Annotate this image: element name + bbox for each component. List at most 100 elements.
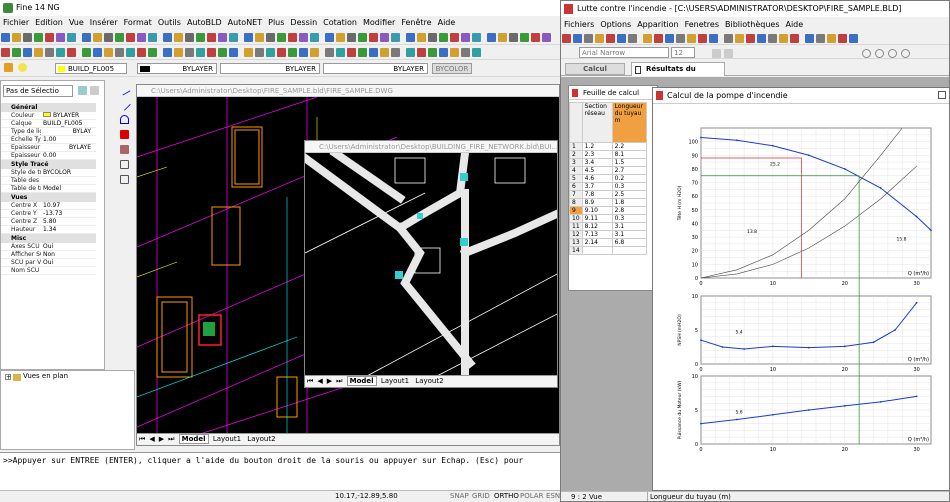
size-dropdown[interactable]: 12 [671, 47, 695, 58]
table-row[interactable]: 7 7.8 2.5 [569, 190, 647, 199]
grid-cell[interactable]: 2.5 [611, 190, 647, 199]
zoom-out-icon[interactable] [875, 49, 884, 58]
prop-row[interactable]: Afficher SC...Non [1, 251, 96, 259]
toolbar-button-icon[interactable] [531, 33, 540, 42]
toolbar-button-icon[interactable] [244, 33, 253, 42]
nav-first-icon[interactable]: ⏮ [137, 435, 147, 443]
toolbar-button-icon[interactable] [34, 33, 43, 42]
toolbar-button-icon[interactable] [266, 48, 275, 57]
menu-plus[interactable]: Plus [265, 18, 287, 27]
table-row[interactable]: 8 8.9 1.8 [569, 198, 647, 207]
section-style[interactable]: Style Tracé [1, 160, 96, 169]
nav-next-icon[interactable]: ▶ [325, 377, 334, 385]
grid-cell[interactable] [611, 246, 647, 255]
polyline-tool-icon[interactable] [118, 98, 131, 111]
grid-cell[interactable]: 3.1 [611, 222, 647, 231]
menu-apparition[interactable]: Apparition [634, 20, 681, 29]
toolbar-button-icon[interactable] [82, 33, 91, 42]
prop-row[interactable]: Type de ligne BYLAY [1, 128, 96, 136]
table-row[interactable]: 9 9.10 2.8 [569, 206, 647, 215]
toolbar-button-icon[interactable] [185, 48, 194, 57]
prop-row[interactable]: Centre Y -13.73 [1, 210, 96, 218]
toolbar-button-icon[interactable] [380, 33, 389, 42]
toolbar-button-icon[interactable] [163, 48, 172, 57]
menu-options[interactable]: Options [597, 20, 634, 29]
grid-cell[interactable] [581, 246, 613, 255]
toolbar-button-icon[interactable] [573, 34, 582, 43]
tab-model[interactable]: Model [178, 434, 209, 444]
toolbar-button-icon[interactable] [336, 48, 345, 57]
toolbar-button-icon[interactable] [391, 48, 400, 57]
toolbar-button-icon[interactable] [520, 33, 529, 42]
toolbar-button-icon[interactable] [347, 33, 356, 42]
prop-row[interactable]: Echelle Typ...1.00 [1, 136, 96, 144]
row-number[interactable]: 4 [569, 166, 583, 175]
menu-autobld[interactable]: AutoBLD [184, 18, 225, 27]
grid-cell[interactable]: 0.3 [611, 214, 647, 223]
menu-fenetres[interactable]: Fenetres [682, 20, 722, 29]
toolbar-button-icon[interactable] [849, 34, 858, 43]
grid-cell[interactable]: 4.6 [581, 174, 613, 183]
toolbar-button-icon[interactable] [735, 34, 744, 43]
layer-dropdown[interactable]: BUILD_FL005 [55, 63, 127, 74]
grid-cell[interactable]: 9.11 [581, 214, 613, 223]
toolbar-button-icon[interactable] [299, 48, 308, 57]
status-polar[interactable]: POLAR [520, 491, 543, 502]
toolbar-button-icon[interactable] [498, 33, 507, 42]
toolbar-button-icon[interactable] [595, 34, 604, 43]
grid-cell[interactable]: 1.2 [581, 142, 613, 151]
menu-format[interactable]: Format [121, 18, 155, 27]
toolbar-button-icon[interactable] [255, 48, 264, 57]
toolbar-button-icon[interactable] [369, 33, 378, 42]
toolbar-button-icon[interactable] [325, 33, 334, 42]
toolbar-button-icon[interactable] [606, 34, 615, 43]
menu-aide[interactable]: Aide [435, 18, 459, 27]
tab-layout1[interactable]: Layout1 [379, 377, 411, 385]
linetype-dropdown-2[interactable]: BYLAYER [220, 63, 320, 74]
toolbar-button-icon[interactable] [255, 33, 264, 42]
toolbar-button-icon[interactable] [369, 48, 378, 57]
toolbar-button-icon[interactable] [654, 34, 663, 43]
toolbar-button-icon[interactable] [126, 48, 135, 57]
toolbar-button-icon[interactable] [746, 34, 755, 43]
tab-resultats[interactable]: Résultats du Groupe [631, 62, 725, 86]
menu-fichiers[interactable]: Fichiers [561, 20, 597, 29]
grid-cell[interactable]: 3.1 [611, 230, 647, 239]
bulb-icon[interactable] [17, 63, 27, 72]
select-objects-icon[interactable] [90, 86, 99, 95]
toolbar-button-icon[interactable] [1, 33, 10, 42]
grid-cell[interactable]: 7.8 [581, 190, 613, 199]
grid-cell[interactable]: 0.3 [611, 182, 647, 191]
toolbar-button-icon[interactable] [417, 33, 426, 42]
col-header-longueur[interactable]: Longueur du tuyau m [611, 102, 647, 143]
toolbar-button-icon[interactable] [218, 48, 227, 57]
tab-layout2[interactable]: Layout2 [413, 377, 445, 385]
command-line[interactable]: >>Appuyer sur ENTREE (ENTER), cliquer a … [0, 452, 560, 490]
menu-outils[interactable]: Outils [155, 18, 184, 27]
toolbar-button-icon[interactable] [277, 48, 286, 57]
table-row[interactable]: 3 3.4 1.5 [569, 158, 647, 167]
menu-fenetre[interactable]: Fenêtre [398, 18, 434, 27]
grid-cell[interactable]: 1.5 [611, 158, 647, 167]
prop-row[interactable]: Table de tr...Model [1, 185, 96, 193]
toolbar-button-icon[interactable] [218, 33, 227, 42]
toolbar-button-icon[interactable] [461, 33, 470, 42]
toolbar-button-icon[interactable] [207, 48, 216, 57]
toolbar-button-icon[interactable] [628, 34, 637, 43]
toolbar-button-icon[interactable] [417, 48, 426, 57]
row-number[interactable]: 11 [569, 222, 583, 231]
toolbar-button-icon[interactable] [104, 33, 113, 42]
row-number[interactable]: 8 [569, 198, 583, 207]
toolbar-button-icon[interactable] [816, 34, 825, 43]
row-number[interactable]: 5 [569, 174, 583, 183]
grid-cell[interactable]: 3.7 [581, 182, 613, 191]
toolbar-button-icon[interactable] [174, 48, 183, 57]
toolbar-button-icon[interactable] [12, 33, 21, 42]
toolbar-button-icon[interactable] [617, 34, 626, 43]
toolbar-button-icon[interactable] [472, 33, 481, 42]
table-row[interactable]: 2 2.3 8.1 [569, 150, 647, 159]
toolbar-button-icon[interactable] [779, 34, 788, 43]
grid-cell[interactable]: 7.13 [581, 230, 613, 239]
layer-icon[interactable] [4, 63, 13, 72]
row-number[interactable]: 9 [569, 206, 583, 215]
